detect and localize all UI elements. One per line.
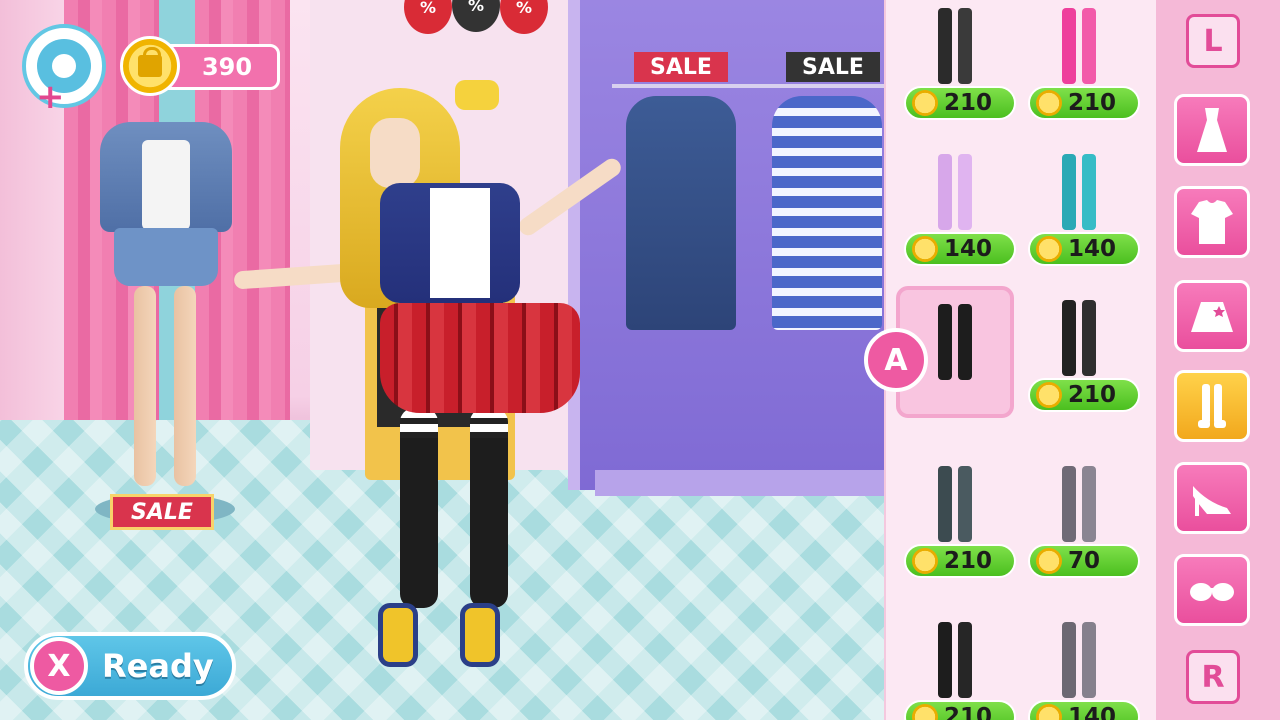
character-face xyxy=(370,118,420,188)
coin-icon xyxy=(912,90,938,116)
plus-icon: + xyxy=(36,77,65,117)
dress-icon xyxy=(1197,108,1227,152)
ready-button[interactable]: X Ready xyxy=(24,632,236,700)
stockings-icon xyxy=(938,304,972,380)
stocking-item[interactable]: 210 xyxy=(1024,0,1142,140)
plaid-skirt xyxy=(380,303,580,413)
heels-icon xyxy=(1193,486,1231,516)
stocking-item[interactable]: 210 xyxy=(900,0,1018,140)
closet-rail xyxy=(612,84,884,88)
price-tag: 210 xyxy=(904,700,1016,720)
character-leg-left xyxy=(400,408,438,608)
price-value: 210 xyxy=(944,90,993,116)
mannequin-denim-shorts xyxy=(114,228,218,286)
price-tag: 210 xyxy=(1028,86,1140,120)
stocking-item[interactable]: 70 xyxy=(1024,458,1142,598)
stockings-icon xyxy=(1062,300,1096,376)
coin-icon xyxy=(912,236,938,262)
price-tag: 210 xyxy=(904,86,1016,120)
balloon-red: % xyxy=(404,0,452,34)
striped-dress xyxy=(772,96,882,330)
a-key-badge: A xyxy=(864,328,928,392)
price-value: 210 xyxy=(944,704,993,720)
category-sidebar: L R xyxy=(1156,0,1280,720)
price-tag: 210 xyxy=(904,544,1016,578)
price-value: 210 xyxy=(944,548,993,574)
sunglasses-icon xyxy=(1190,583,1234,601)
stockings-icon xyxy=(1062,466,1096,542)
stockings-icon xyxy=(938,622,972,698)
price-tag: 140 xyxy=(1028,700,1140,720)
balloon-red: % xyxy=(500,0,548,34)
sale-tag-floor: SALE xyxy=(110,494,214,530)
category-shoes[interactable] xyxy=(1174,462,1250,534)
stocking-item[interactable]: 210 xyxy=(900,458,1018,598)
shoe-left xyxy=(378,603,418,667)
category-stockings[interactable] xyxy=(1174,370,1250,442)
stocking-item[interactable]: 140 xyxy=(900,146,1018,286)
stocking-item[interactable]: 140 xyxy=(1024,146,1142,286)
left-shoulder-button[interactable]: L xyxy=(1186,14,1240,68)
shopping-bag-coin-icon xyxy=(120,36,180,96)
stockings-icon xyxy=(938,466,972,542)
category-top[interactable] xyxy=(1174,186,1250,258)
right-shoulder-button[interactable]: R xyxy=(1186,650,1240,704)
stockings-icon xyxy=(1062,622,1096,698)
stockings-icon xyxy=(1198,384,1226,428)
coin-icon xyxy=(912,704,938,720)
coin-icon xyxy=(1036,704,1062,720)
dressing-room-scene: SALE SALE SALE % % % xyxy=(0,0,884,720)
mannequin xyxy=(92,110,242,490)
category-accessories[interactable] xyxy=(1174,554,1250,626)
coin-icon xyxy=(1036,90,1062,116)
price-tag: 140 xyxy=(1028,232,1140,266)
sale-tag-dark: SALE xyxy=(786,52,880,82)
price-value: 140 xyxy=(1068,704,1117,720)
stocking-item[interactable]: 210 xyxy=(1024,292,1142,432)
white-tee xyxy=(430,188,490,298)
stockings-icon xyxy=(1062,154,1096,230)
category-skirt[interactable] xyxy=(1174,280,1250,352)
sale-tag-red: SALE xyxy=(634,52,728,82)
price-value: 140 xyxy=(1068,236,1117,262)
coin-icon xyxy=(1036,382,1062,408)
top-icon xyxy=(1191,200,1233,244)
price-value: 70 xyxy=(1068,548,1101,574)
character-leg-right xyxy=(470,408,508,608)
stocking-item[interactable]: 140 xyxy=(1024,614,1142,720)
category-dress[interactable] xyxy=(1174,94,1250,166)
balloon-black: % xyxy=(452,0,500,32)
player-character[interactable] xyxy=(230,88,625,678)
coin-icon xyxy=(1036,548,1062,574)
stocking-item[interactable]: 210 xyxy=(900,614,1018,720)
settings-button[interactable]: + xyxy=(22,24,106,114)
stockings-icon xyxy=(938,8,972,84)
x-key-badge: X xyxy=(30,637,88,695)
stockings-icon xyxy=(1062,8,1096,84)
denim-shirt-dress xyxy=(626,96,736,330)
price-value: 210 xyxy=(1068,382,1117,408)
price-value: 140 xyxy=(944,236,993,262)
ready-label: Ready xyxy=(102,647,214,685)
price-tag: 210 xyxy=(1028,378,1140,412)
shoe-right xyxy=(460,603,500,667)
coin-icon xyxy=(1036,236,1062,262)
price-tag: 70 xyxy=(1028,544,1140,578)
price-value: 210 xyxy=(1068,90,1117,116)
price-tag: 140 xyxy=(904,232,1016,266)
coin-icon xyxy=(912,548,938,574)
skirt-icon xyxy=(1191,302,1233,332)
stockings-icon xyxy=(938,154,972,230)
